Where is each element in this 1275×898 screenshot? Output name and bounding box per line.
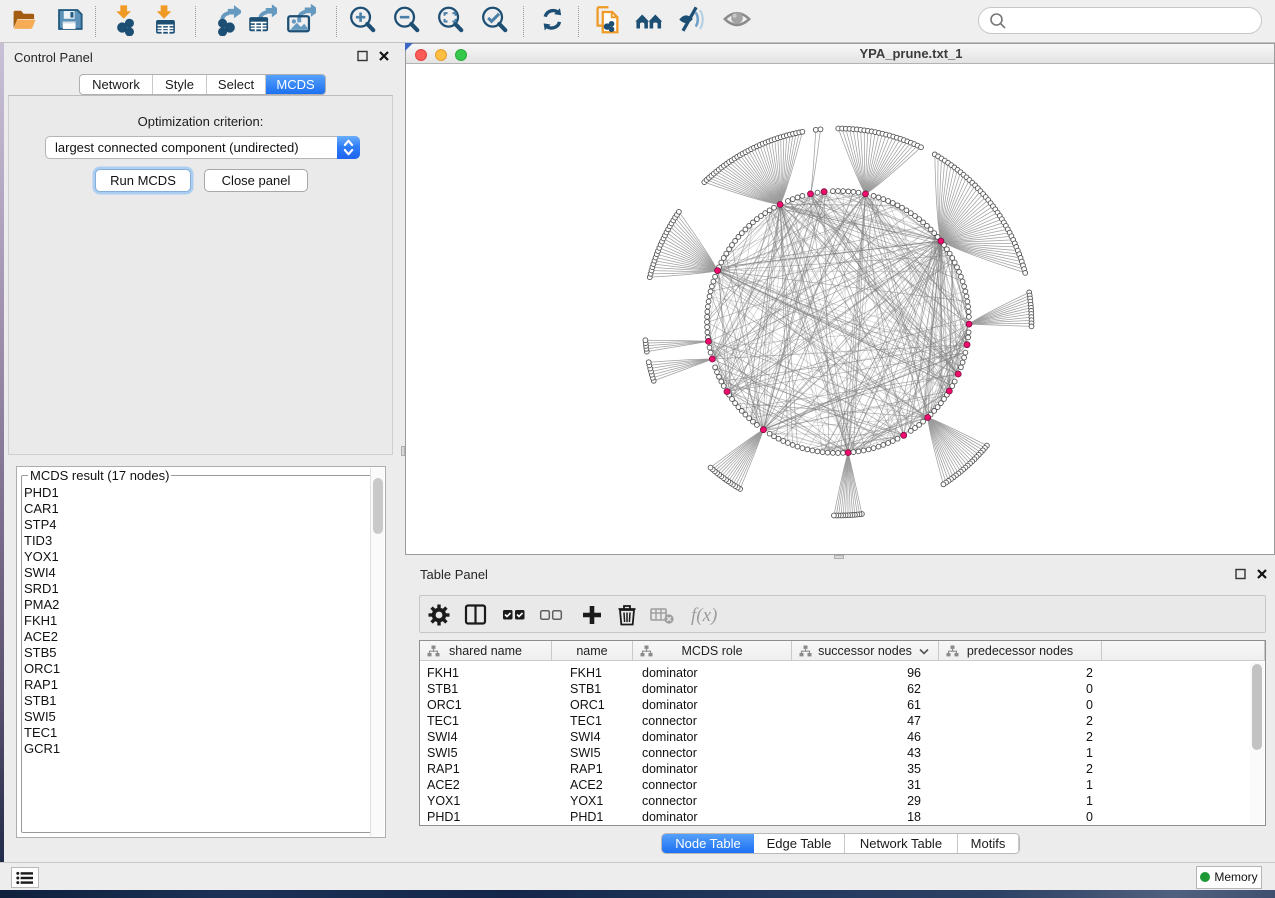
svg-text:f(x): f(x) xyxy=(691,605,717,626)
